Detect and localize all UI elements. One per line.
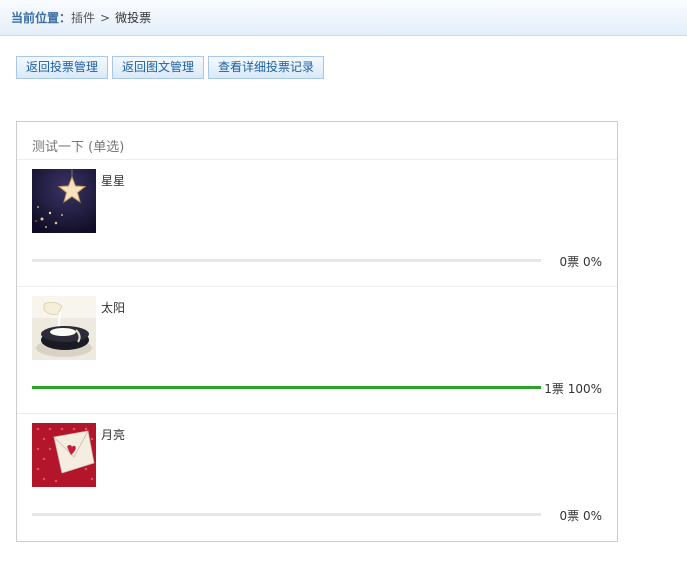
option-result: 0票 0% [559,507,602,524]
breadcrumb-current: 微投票 [115,11,152,25]
option-label: 月亮 [101,428,126,442]
poll-option: 太阳 1票 100% [17,287,617,414]
option-label: 星星 [101,174,126,188]
breadcrumb-separator: > [100,10,111,25]
poll-panel: 测试一下 (单选) 星星 0票 0% 太阳 1票 100% 月亮 0票 0% [16,121,618,542]
result-bar-track [32,259,541,262]
breadcrumb-bar: 当前位置： 插件 > 微投票 [0,0,687,36]
envelope-image [32,423,96,487]
poll-option: 星星 0票 0% [17,160,617,287]
option-result: 0票 0% [559,253,602,270]
result-bar-fill [32,386,541,389]
back-to-media-management-button[interactable]: 返回图文管理 [112,56,205,79]
vote-count: 0票 [559,255,580,269]
vote-count: 1票 [544,382,564,396]
result-bar-track [32,386,541,389]
view-vote-records-button[interactable]: 查看详细投票记录 [208,56,325,79]
result-bar-track [32,513,541,516]
vote-percent: 100% [567,382,602,396]
back-to-vote-management-button[interactable]: 返回投票管理 [16,56,109,79]
vote-count: 0票 [559,509,580,523]
poll-option: 月亮 0票 0% [17,414,617,541]
vote-percent: 0% [582,509,602,523]
cake-image [32,296,96,360]
breadcrumb-parent[interactable]: 插件 [71,9,95,26]
option-label: 太阳 [101,301,126,315]
action-button-row: 返回投票管理 返回图文管理 查看详细投票记录 [16,56,328,79]
option-result: 1票 100% [544,380,602,397]
vote-percent: 0% [582,255,602,269]
breadcrumb-label: 当前位置： [11,11,72,25]
star-image [32,169,96,233]
poll-title: 测试一下 (单选) [17,122,617,160]
